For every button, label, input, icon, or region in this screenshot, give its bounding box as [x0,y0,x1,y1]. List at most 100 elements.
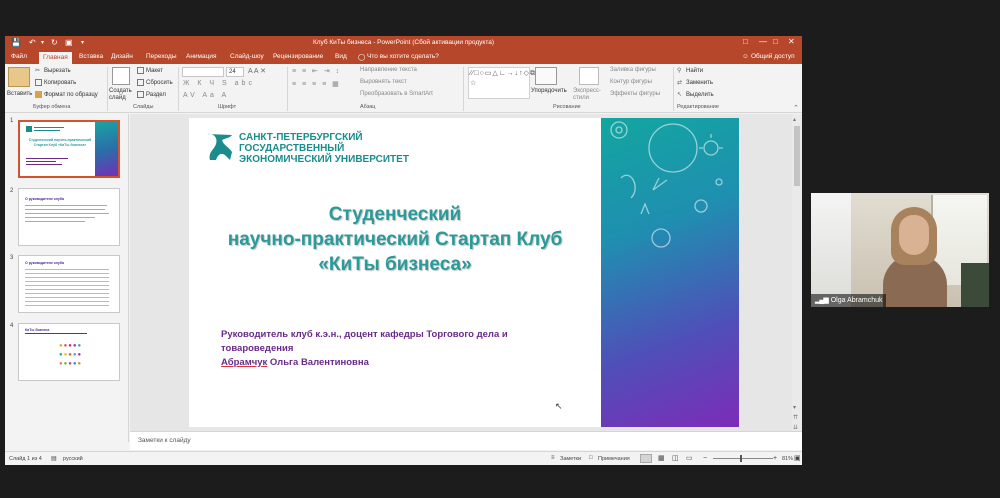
maximize-icon[interactable]: □ [773,37,778,46]
scrollbar-thumb[interactable] [794,126,800,186]
thumbnail-title: О руководителе клуба [25,197,64,201]
close-icon[interactable]: ✕ [788,37,795,46]
slide-thumbnail-2[interactable]: О руководителе клуба [18,188,120,246]
slide-thumbnail-3[interactable]: О руководителе клуба [18,255,120,313]
arrange-button[interactable]: Упорядочить [531,88,567,95]
normal-view-icon[interactable] [640,454,652,463]
section-button[interactable]: Раздел [137,91,166,98]
pointer-icon: ↖ [677,92,683,98]
notes-button[interactable]: Заметки [560,456,581,462]
thumbnail-text-line [25,205,107,206]
tab-file[interactable]: Файл [11,53,27,60]
group-clipboard-label: Буфер обмена [33,104,71,110]
mouse-cursor-icon: ↖ [555,401,563,411]
thumbnail-title: Студенческий научно-практический Стартап… [28,138,92,147]
tab-design[interactable]: Дизайн [111,53,133,60]
brush-icon [35,91,42,98]
thumbnail-number: 1 [10,118,14,124]
shape-effects-button[interactable]: Эффекты фигуры [610,91,660,97]
vertical-scrollbar[interactable]: ▴ ▾ ⇈ ⇊ [792,114,802,440]
shape-effects-label: Эффекты фигуры [610,91,661,97]
shapes-gallery[interactable]: ∕∕□○▭△∟→↓↑◇⧉↻◯{}☆ [468,67,557,99]
participant-video-tile[interactable]: ▂▄▆ Olga Abramchuk [811,193,989,307]
font-size-field[interactable]: 24 [226,67,244,77]
tab-transitions[interactable]: Переходы [146,53,177,60]
language-indicator[interactable]: русский [63,456,83,462]
cut-button[interactable]: ✂ Вырезать [35,67,71,74]
quick-styles-icon[interactable] [579,67,599,85]
tab-review[interactable]: Рецензирование [273,53,323,60]
text-direction-button[interactable]: Направление текста [360,67,417,73]
paste-icon[interactable] [8,67,30,87]
slideshow-view-icon[interactable]: ▭ [686,454,693,462]
new-slide-button[interactable]: Создать слайд [109,88,135,102]
next-slide-icon[interactable]: ⇊ [793,424,798,431]
zoom-slider-thumb[interactable] [740,455,742,462]
arrange-icon[interactable] [535,67,557,85]
paste-button[interactable]: Вставить [7,91,32,97]
logo-text-line [34,130,60,131]
slide-thumbnail-1[interactable]: Студенческий научно-практический Стартап… [18,120,120,178]
share-icon[interactable]: ☺ [742,53,749,60]
quick-styles-button[interactable]: Экспресс-стили [573,88,611,102]
font-name-field[interactable] [182,67,224,77]
smartart-button[interactable]: Преобразовать в SmartArt [360,91,433,97]
thumbnail-gradient-band [95,122,118,176]
shape-outline-button[interactable]: Контур фигуры [610,79,652,85]
shape-fill-button[interactable]: Заливка фигуры [610,67,656,73]
title-bar: 💾 ↶ ▾ ↻ ▣ ▾ Клуб КиТы бизнеса - PowerPoi… [5,36,802,50]
slide-thumbnail-4[interactable]: КиТы бизнеса ●●●●● ●●●●● ●●●●● [18,323,120,381]
tab-slideshow[interactable]: Слайд-шоу [230,53,264,60]
font-format-buttons[interactable]: Ж К Ч S abc [183,80,255,87]
font-size-buttons[interactable]: A A ✕ [248,67,266,75]
slide-title: Студенческий научно-практический Стартап… [189,202,601,277]
scroll-down-icon[interactable]: ▾ [793,404,796,411]
zoom-slider[interactable] [713,458,773,459]
reading-view-icon[interactable]: ◫ [672,454,679,462]
comments-button[interactable]: Примечания [598,456,630,462]
align-text-button[interactable]: Выровнять текст [360,79,407,85]
new-slide-icon[interactable] [112,67,130,85]
font-color-buttons[interactable]: AV Aa A [183,92,229,99]
slide-title-line-3: «КиТы бизнеса» [318,254,472,275]
format-painter-button[interactable]: Формат по образцу [35,91,98,98]
comments-icon[interactable]: □ [589,455,593,461]
list-buttons[interactable]: ≡ ≡ ⇤ ⇥ ↕ [292,67,341,75]
tab-animation[interactable]: Анимация [186,53,217,60]
minimize-icon[interactable]: — [759,37,767,46]
university-name-line-3: ЭКОНОМИЧЕСКИЙ УНИВЕРСИТЕТ [239,154,409,165]
zoom-in-icon[interactable]: + [773,455,777,462]
slide-thumbnail-pane: 1 Студенческий научно-практический Старт… [5,114,129,442]
find-button[interactable]: ⚲ Найти [677,67,703,74]
tab-view[interactable]: Вид [335,53,347,60]
slide-canvas[interactable]: САНКТ-ПЕТЕРБУРГСКИЙ ГОСУДАРСТВЕННЫЙ ЭКОН… [189,118,739,427]
copy-button[interactable]: Копировать [35,79,76,86]
spellcheck-icon[interactable]: ▤ [51,455,57,462]
tab-insert[interactable]: Вставка [79,53,103,60]
share-button[interactable]: Общий доступ [751,53,795,60]
notes-icon[interactable]: ≡ [551,455,555,461]
notes-pane[interactable]: Заметки к слайду [130,431,802,450]
thumbnail-text-line [26,164,62,165]
decorative-line-icons [610,121,723,248]
ribbon-display-icon[interactable]: □ [743,37,748,46]
tab-home[interactable]: Главная [39,52,72,64]
fit-to-window-icon[interactable]: ▣ [794,454,801,462]
lightbulb-icons-grid: ●●●●● ●●●●● ●●●●● [59,343,83,367]
select-button[interactable]: ↖ Выделить [677,91,714,98]
status-bar: Слайд 1 из 4 ▤ русский ≡ Заметки □ Приме… [5,451,802,465]
align-buttons[interactable]: ≡ ≡ ≡ ≡ ▦ [292,80,341,88]
zoom-level[interactable]: 81% [782,456,793,462]
previous-slide-icon[interactable]: ⇈ [793,414,798,421]
slide-sorter-icon[interactable]: ▦ [658,454,665,462]
collapse-ribbon-icon[interactable]: ⌃ [793,104,799,112]
layout-button[interactable]: Макет [137,67,163,74]
find-label: Найти [686,68,704,75]
zoom-out-icon[interactable]: − [703,455,707,462]
replace-button[interactable]: ⇄ Заменить [677,79,713,86]
tell-me-input[interactable]: Что вы хотите сделать? [367,53,439,60]
thumbnail-text-line [25,213,109,214]
scroll-up-icon[interactable]: ▴ [793,116,796,123]
slide-editor: САНКТ-ПЕТЕРБУРГСКИЙ ГОСУДАРСТВЕННЫЙ ЭКОН… [130,114,802,440]
reset-button[interactable]: Сбросить [137,79,173,86]
